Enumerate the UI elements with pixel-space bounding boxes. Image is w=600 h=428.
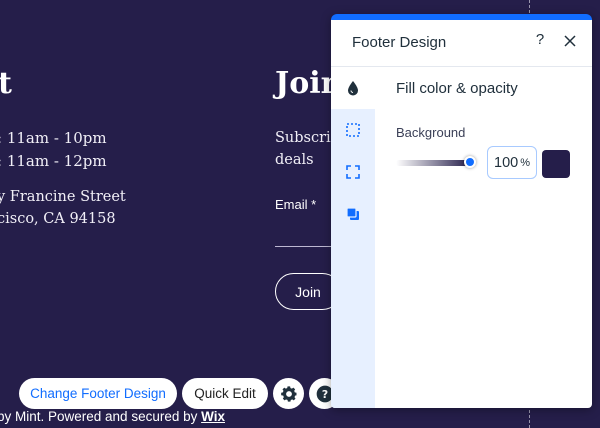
corners-icon [346,165,360,179]
credit-prefix: by Mint. Powered and secured by [0,409,202,424]
section-heading-partial: t [0,66,12,101]
shadow-icon [346,207,359,220]
opacity-slider-track[interactable] [396,160,470,166]
border-icon [346,123,360,137]
fill-drop-icon [348,81,358,96]
opacity-unit: % [520,156,530,169]
panel-header: Footer Design ? [331,20,592,67]
wix-link[interactable]: Wix [201,409,225,424]
settings-button[interactable] [273,378,304,409]
background-color-swatch[interactable] [542,150,570,178]
rail-border-tab[interactable] [331,109,375,151]
quick-edit-button[interactable]: Quick Edit [182,378,268,409]
svg-text:?: ? [321,387,327,400]
address-line-1: y Francine Street [0,189,126,205]
footer-design-panel: Footer Design ? Fill color & opacity Bac… [331,14,592,408]
opening-hours-line-2: : 11am - 12pm [0,152,107,170]
email-field[interactable] [275,246,335,247]
opacity-value: 100 [494,154,519,171]
panel-title: Footer Design [352,34,447,51]
address-line-2: cisco, CA 94158 [0,211,116,227]
background-label: Background [396,125,466,140]
opacity-slider-handle[interactable] [464,156,476,168]
panel-help-icon[interactable]: ? [532,31,548,51]
design-side-rail [331,67,375,408]
rail-shadow-tab[interactable] [331,193,375,235]
change-footer-design-button[interactable]: Change Footer Design [19,378,177,409]
opening-hours-line-1: : 11am - 10pm [0,129,107,147]
email-field-label: Email * [275,197,317,212]
footer-credit-text: by Mint. Powered and secured by Wix [0,409,225,424]
rail-fill-tab[interactable] [331,67,375,109]
gear-icon [280,385,297,402]
opacity-input[interactable]: 100% [487,146,537,179]
close-icon[interactable] [562,32,578,50]
section-title: Fill color & opacity [396,80,518,97]
rail-corners-tab[interactable] [331,151,375,193]
subscribe-text-line-2: deals [275,152,314,168]
